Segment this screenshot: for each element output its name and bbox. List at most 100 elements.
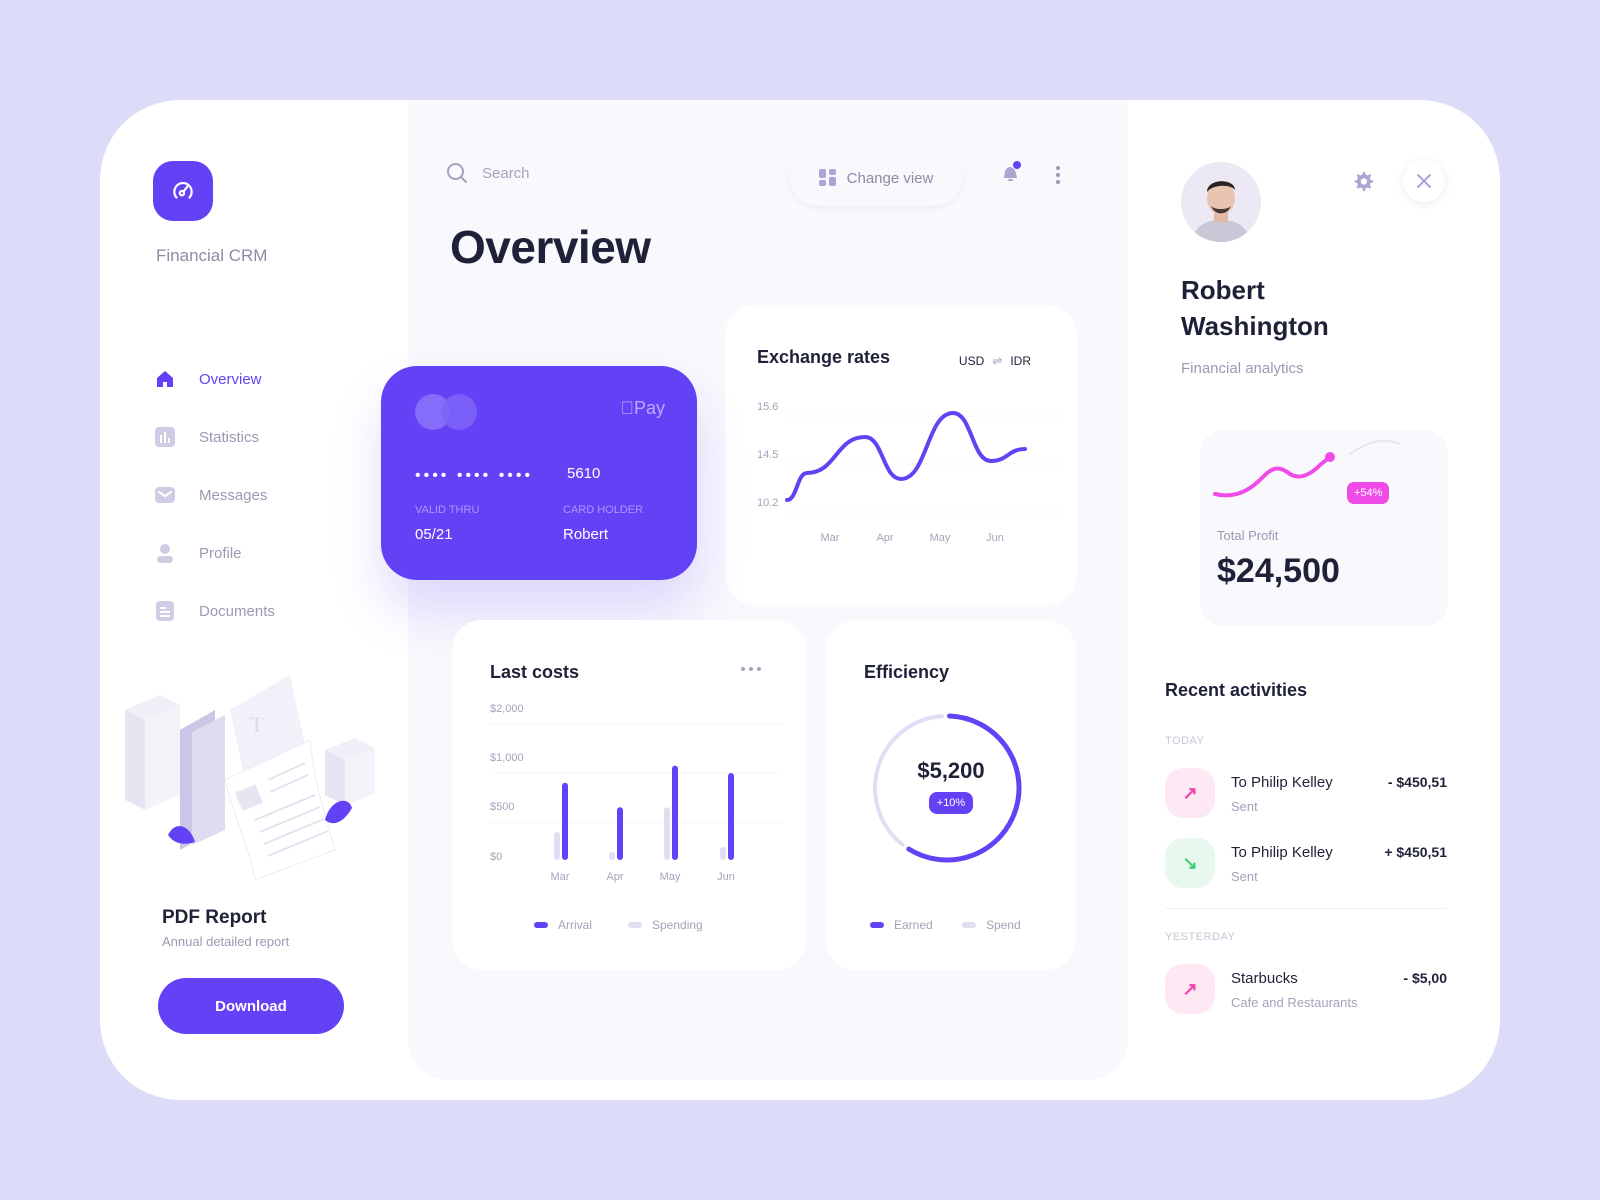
activity-type: Sent bbox=[1231, 799, 1258, 814]
settings-button[interactable] bbox=[1352, 170, 1374, 192]
x-tick-label: Mar bbox=[551, 871, 570, 883]
profit-change-badge: +54% bbox=[1347, 482, 1390, 504]
sidebar-item-overview[interactable]: Overview bbox=[155, 350, 275, 408]
divider bbox=[1165, 908, 1447, 909]
efficiency-center: $5,200 +10% bbox=[826, 758, 1076, 814]
legend-label: Spend bbox=[986, 918, 1021, 932]
activity-type: Sent bbox=[1231, 869, 1258, 884]
currency-pair-selector[interactable]: USD ⇌ IDR bbox=[959, 354, 1031, 368]
sidebar-item-label: Statistics bbox=[199, 428, 260, 446]
legend-spending: Spending bbox=[628, 918, 703, 932]
last-costs-title: Last costs bbox=[490, 662, 580, 682]
valid-thru-value: 05/21 bbox=[415, 526, 453, 543]
legend-swatch bbox=[962, 922, 976, 928]
sidebar-item-label: Profile bbox=[199, 544, 242, 562]
filing-cabinet-left bbox=[125, 695, 180, 810]
legend-swatch bbox=[628, 922, 642, 928]
change-view-label: Change view bbox=[846, 169, 934, 187]
change-view-button[interactable]: Change view bbox=[790, 150, 962, 206]
exchange-rates-panel: Exchange rates USD ⇌ IDR 15.6 14.5 10.2 Mar… bbox=[725, 305, 1077, 605]
card-number-masked: •••• •••• •••• bbox=[415, 467, 534, 484]
bar-spending bbox=[664, 807, 670, 860]
plant-right bbox=[325, 800, 352, 824]
document-icon bbox=[155, 601, 175, 621]
avatar[interactable] bbox=[1181, 162, 1261, 242]
bar-arrival bbox=[728, 773, 734, 860]
user-role: Financial analytics bbox=[1181, 360, 1304, 377]
x-tick-label: Jun bbox=[986, 532, 1004, 544]
sidebar-item-label: Documents bbox=[199, 602, 275, 620]
activity-type: Cafe and Restaurants bbox=[1231, 995, 1358, 1010]
brand-name: Financial CRM bbox=[156, 246, 268, 265]
y-tick-label: 14.5 bbox=[757, 449, 778, 461]
app-logo[interactable] bbox=[153, 161, 213, 221]
sidebar-item-profile[interactable]: Profile bbox=[155, 524, 275, 582]
close-button[interactable] bbox=[1403, 160, 1445, 202]
legend-label: Arrival bbox=[558, 918, 593, 932]
activity-item[interactable]: ↘ To Philip Kelley Sent + $450,51 bbox=[1165, 838, 1447, 890]
exchange-rate-chart: 15.6 14.5 10.2 Mar Apr May Jun bbox=[757, 401, 1065, 544]
speedometer-icon bbox=[173, 182, 193, 199]
search-input[interactable] bbox=[482, 164, 682, 182]
report-title: PDF Report bbox=[162, 907, 267, 928]
activity-amount: - $450,51 bbox=[1387, 774, 1447, 790]
arrow-up-right-icon: ↗ bbox=[1165, 964, 1215, 1014]
home-icon bbox=[155, 369, 175, 389]
activity-group-yesterday: YESTERDAY bbox=[1165, 931, 1236, 943]
x-tick-label: Jun bbox=[717, 871, 735, 883]
download-button[interactable]: Download bbox=[158, 978, 344, 1034]
card-holder-label: CARD HOLDER bbox=[563, 504, 644, 516]
bar-spending bbox=[609, 852, 615, 860]
bar-arrival bbox=[617, 807, 623, 860]
documents-illustration: T bbox=[125, 675, 375, 880]
y-tick-label: 10.2 bbox=[757, 497, 778, 509]
sidebar-item-label: Messages bbox=[199, 486, 268, 504]
efficiency-title: Efficiency bbox=[864, 662, 950, 682]
more-options-button[interactable] bbox=[1052, 164, 1064, 186]
activity-amount: + $450,51 bbox=[1384, 844, 1447, 860]
arrow-up-right-icon: ↗ bbox=[1165, 768, 1215, 818]
activity-item[interactable]: ↗ Starbucks Cafe and Restaurants - $5,00 bbox=[1165, 964, 1447, 1016]
app-window: Financial CRM Overview Statistics Messag… bbox=[100, 100, 1500, 1100]
unread-dot bbox=[1013, 161, 1021, 169]
user-photo bbox=[1181, 162, 1261, 242]
efficiency-value: $5,200 bbox=[917, 758, 985, 783]
x-tick-label: Mar bbox=[821, 532, 840, 544]
legend-spend: Spend bbox=[962, 918, 1021, 932]
sidebar-item-label: Overview bbox=[199, 370, 262, 388]
activity-name: Starbucks bbox=[1231, 970, 1298, 987]
profit-trend-point bbox=[1325, 452, 1335, 462]
card-holder-value: Robert bbox=[563, 526, 609, 543]
x-tick-label: May bbox=[660, 871, 681, 883]
sidebar-item-documents[interactable]: Documents bbox=[155, 582, 275, 640]
profit-label: Total Profit bbox=[1217, 528, 1279, 543]
swap-icon: ⇌ bbox=[992, 354, 1003, 368]
y-tick-label: $500 bbox=[490, 801, 514, 813]
credit-card[interactable]: Pay •••• •••• •••• 5610 VALID THRU 05/2… bbox=[381, 366, 697, 580]
card-number-last4: 5610 bbox=[567, 465, 601, 482]
grid-view-icon bbox=[818, 169, 836, 186]
activity-name: To Philip Kelley bbox=[1231, 774, 1333, 791]
last-costs-menu-button[interactable] bbox=[741, 667, 761, 673]
search-icon bbox=[447, 163, 467, 183]
bar-arrival bbox=[562, 782, 568, 860]
currency-from: USD bbox=[958, 354, 985, 368]
sidebar-item-messages[interactable]: Messages bbox=[155, 466, 275, 524]
efficiency-panel: Efficiency $5,200 +10% Earned Spend bbox=[826, 620, 1076, 970]
close-icon bbox=[1417, 174, 1431, 188]
card-network-logo bbox=[415, 394, 477, 430]
notifications-button[interactable] bbox=[998, 160, 1024, 186]
profit-trend-ghost bbox=[1349, 439, 1401, 455]
filing-cabinet-right bbox=[325, 738, 375, 805]
activity-amount: - $5,00 bbox=[1403, 970, 1447, 986]
bar-spending bbox=[554, 832, 560, 860]
last-costs-panel: Last costs $2,000 $1,000 $500 $0 Mar Apr May Ju… bbox=[452, 620, 806, 970]
user-name: Robert Washington bbox=[1181, 275, 1329, 341]
exchange-rates-title: Exchange rates bbox=[757, 347, 891, 367]
activity-item[interactable]: ↗ To Philip Kelley Sent - $450,51 bbox=[1165, 768, 1447, 820]
y-tick-label: $1,000 bbox=[490, 752, 524, 764]
sidebar-item-statistics[interactable]: Statistics bbox=[155, 408, 275, 466]
legend-swatch bbox=[534, 922, 548, 928]
efficiency-change-badge: +10% bbox=[928, 792, 974, 814]
legend-label: Earned bbox=[894, 918, 933, 932]
